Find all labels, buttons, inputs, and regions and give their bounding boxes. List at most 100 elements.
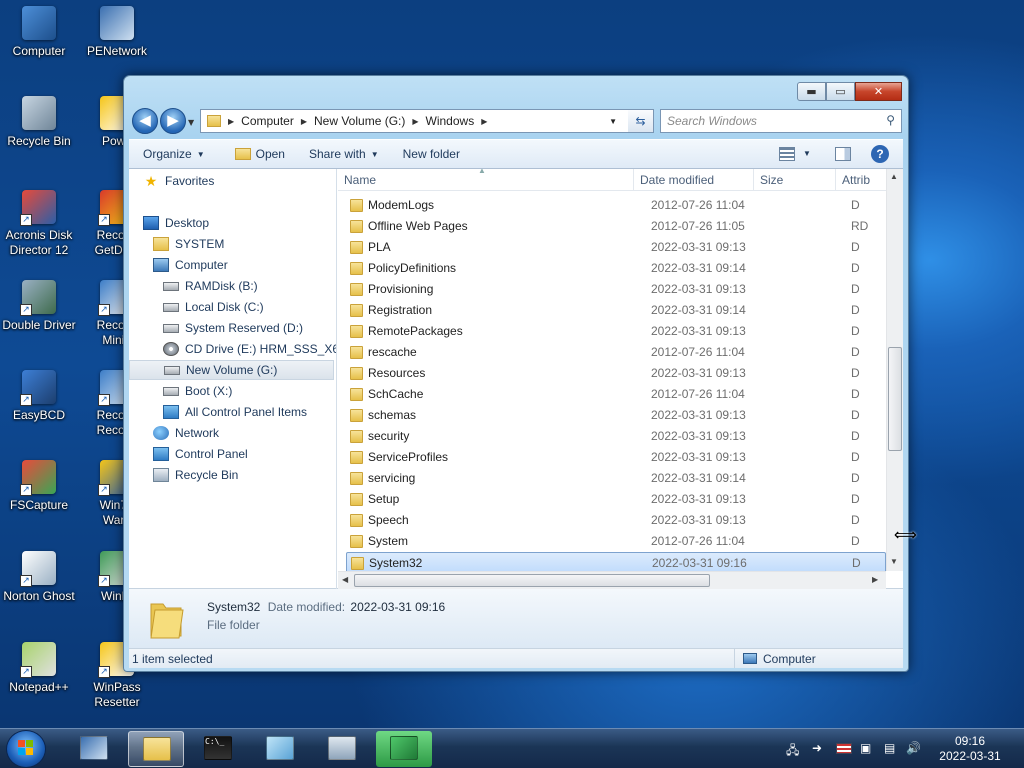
scroll-right-icon[interactable]: ▶ xyxy=(872,575,878,584)
organize-button[interactable]: Organize ▼ xyxy=(129,147,215,161)
nav-item-computer[interactable]: Computer xyxy=(129,255,334,275)
device-tray-icon[interactable]: ▣ xyxy=(860,741,871,755)
desktop-icon-computer[interactable]: Computer xyxy=(0,6,79,59)
breadcrumb-windows[interactable]: Windows xyxy=(422,114,479,128)
nav-item-favorites[interactable]: ★ Favorites xyxy=(129,171,334,191)
column-size[interactable]: Size xyxy=(754,169,836,191)
taskbar-button-cmd[interactable]: C:\_ xyxy=(190,731,246,767)
scroll-up-icon[interactable]: ▲ xyxy=(890,172,898,181)
file-row[interactable]: rescache 2012-07-26 11:04 D xyxy=(346,342,886,363)
clock-date: 2022-03-31 xyxy=(939,749,1001,763)
nav-item-system-reserved-d[interactable]: System Reserved (D:) xyxy=(129,318,334,338)
nav-item-all-control-panel-items[interactable]: All Control Panel Items xyxy=(129,402,334,422)
desktop-icon-easybcd[interactable]: ↗ EasyBCD xyxy=(0,370,79,423)
windows-logo-icon xyxy=(18,740,33,755)
breadcrumb-computer[interactable]: Computer xyxy=(237,114,298,128)
taskbar-button-explorer[interactable] xyxy=(128,731,184,767)
file-row[interactable]: servicing 2022-03-31 09:14 D xyxy=(346,468,886,489)
nav-item-local-disk-c[interactable]: Local Disk (C:) xyxy=(129,297,334,317)
nav-item-new-volume-g[interactable]: New Volume (G:) xyxy=(129,360,334,380)
refresh-button[interactable]: ⇆ xyxy=(628,109,654,133)
file-attributes: D xyxy=(851,324,860,338)
file-row[interactable]: Speech 2022-03-31 09:13 D xyxy=(346,510,886,531)
nav-item-cd-drive-e-hrm-sss-x64[interactable]: CD Drive (E:) HRM_SSS_X64 xyxy=(129,339,336,359)
close-button[interactable]: ✕ xyxy=(855,82,902,101)
breadcrumb-new-volume[interactable]: New Volume (G:) xyxy=(310,114,409,128)
large-folder-icon xyxy=(150,603,184,639)
taskbar-button-notepad[interactable] xyxy=(252,731,308,767)
scroll-left-icon[interactable]: ◀ xyxy=(342,575,348,584)
nav-item-desktop[interactable]: Desktop xyxy=(129,213,334,233)
volume-icon[interactable]: 🔊 xyxy=(906,741,921,755)
vertical-scrollbar[interactable]: ▲ ▼ xyxy=(886,169,903,571)
file-row[interactable]: System 2012-07-26 11:04 D xyxy=(346,531,886,552)
open-button[interactable]: Open xyxy=(215,147,295,161)
file-row[interactable]: Offline Web Pages 2012-07-26 11:05 RD xyxy=(346,216,886,237)
breadcrumb-arrow-icon[interactable]: ▶ xyxy=(409,117,421,126)
column-attributes[interactable]: Attrib xyxy=(836,169,886,191)
search-icon[interactable]: ⚲ xyxy=(886,113,895,127)
taskbar-button-penetwork[interactable] xyxy=(66,731,122,767)
address-bar[interactable]: ▶ Computer ▶ New Volume (G:) ▶ Windows ▶… xyxy=(200,109,652,133)
preview-pane-icon[interactable] xyxy=(835,147,851,161)
desktop-icon-acronis[interactable]: ↗ Acronis Disk Director 12 xyxy=(0,190,79,258)
address-dropdown-icon[interactable]: ▼ xyxy=(609,117,617,126)
views-dropdown-icon[interactable]: ▼ xyxy=(803,149,811,158)
shortcut-arrow-icon: ↗ xyxy=(98,214,110,226)
desktop-icon-norton-ghost[interactable]: ↗ Norton Ghost xyxy=(0,551,79,604)
scroll-down-icon[interactable]: ▼ xyxy=(890,557,898,566)
nav-item-recycle-bin[interactable]: Recycle Bin xyxy=(129,465,334,485)
taskbar-button-registry[interactable] xyxy=(376,731,432,767)
desktop-icon-penetwork[interactable]: PENetwork xyxy=(77,6,157,59)
breadcrumb-arrow-icon[interactable]: ▶ xyxy=(478,117,490,126)
horizontal-scrollbar[interactable]: ◀ ▶ xyxy=(338,571,886,589)
desktop-icon-double-driver[interactable]: ↗ Double Driver xyxy=(0,280,79,333)
nav-item-ramdisk-b[interactable]: RAMDisk (B:) xyxy=(129,276,334,296)
file-row[interactable]: Setup 2022-03-31 09:13 D xyxy=(346,489,886,510)
breadcrumb-arrow-icon[interactable]: ▶ xyxy=(298,117,310,126)
file-row[interactable]: RemotePackages 2022-03-31 09:13 D xyxy=(346,321,886,342)
minimize-button[interactable]: ▬ xyxy=(797,82,826,101)
breadcrumb-arrow-icon[interactable]: ▶ xyxy=(225,117,237,126)
horizontal-scroll-thumb[interactable] xyxy=(354,574,710,587)
nav-item-network[interactable]: Network xyxy=(129,423,334,443)
search-input[interactable]: Search Windows ⚲ xyxy=(660,109,902,133)
folder-icon xyxy=(350,430,363,443)
file-row[interactable]: PLA 2022-03-31 09:13 D xyxy=(346,237,886,258)
start-button[interactable] xyxy=(6,730,46,768)
share-with-button[interactable]: Share with ▼ xyxy=(295,147,389,161)
maximize-button[interactable]: ▭ xyxy=(826,82,855,101)
nav-item-boot-x[interactable]: Boot (X:) xyxy=(129,381,334,401)
nav-item-control-panel[interactable]: Control Panel xyxy=(129,444,334,464)
desktop-icon-fscapture[interactable]: ↗ FSCapture xyxy=(0,460,79,513)
file-row[interactable]: Registration 2022-03-31 09:14 D xyxy=(346,300,886,321)
file-row[interactable]: ModemLogs 2012-07-26 11:04 D xyxy=(346,195,886,216)
file-row[interactable]: PolicyDefinitions 2022-03-31 09:14 D xyxy=(346,258,886,279)
back-button[interactable]: ◀ xyxy=(132,108,158,134)
recent-pages-icon[interactable]: ▼ xyxy=(188,118,194,127)
column-name[interactable]: Name xyxy=(338,169,634,191)
arrow-tray-icon[interactable]: ➜ xyxy=(812,741,822,755)
help-icon[interactable]: ? xyxy=(871,145,889,163)
new-folder-button[interactable]: New folder xyxy=(389,147,470,161)
forward-button[interactable]: ▶ xyxy=(160,108,186,134)
file-row[interactable]: ServiceProfiles 2022-03-31 09:13 D xyxy=(346,447,886,468)
nav-item-system[interactable]: SYSTEM xyxy=(129,234,334,254)
monitor-tray-icon[interactable]: ▤ xyxy=(884,741,895,755)
language-flag-icon[interactable] xyxy=(836,743,852,754)
file-row[interactable]: Provisioning 2022-03-31 09:13 D xyxy=(346,279,886,300)
views-icon[interactable] xyxy=(779,147,795,161)
file-row[interactable]: security 2022-03-31 09:13 D xyxy=(346,426,886,447)
file-row[interactable]: Resources 2022-03-31 09:13 D xyxy=(346,363,886,384)
vertical-scroll-thumb[interactable] xyxy=(888,347,902,451)
file-row[interactable]: SchCache 2012-07-26 11:04 D xyxy=(346,384,886,405)
network-tray-icon[interactable]: 🖧 xyxy=(786,741,799,762)
desktop-icon-notepad-plus-plus[interactable]: ↗ Notepad++ xyxy=(0,642,79,695)
desktop-icon-recycle-bin[interactable]: Recycle Bin xyxy=(0,96,79,149)
file-row[interactable]: System32 2022-03-31 09:16 D xyxy=(346,552,886,573)
column-date-modified[interactable]: Date modified xyxy=(634,169,754,191)
file-row[interactable]: schemas 2022-03-31 09:13 D xyxy=(346,405,886,426)
clock[interactable]: 09:16 2022-03-31 xyxy=(926,734,1014,764)
taskbar-button-calculator[interactable] xyxy=(314,731,370,767)
file-name: schemas xyxy=(368,408,417,422)
